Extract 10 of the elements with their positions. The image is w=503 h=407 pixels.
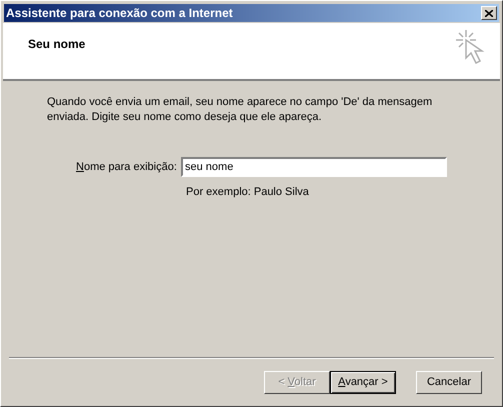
window-title: Assistente para conexão com a Internet — [6, 7, 233, 19]
description-text: Quando você envia um email, seu nome aparece no campo 'De' da mensagem enviada. Digite seu nome como deseja que ele apareça. — [47, 95, 434, 125]
page-title: Seu nome — [28, 36, 86, 53]
close-button[interactable] — [481, 6, 497, 20]
example-hint: Por exemplo: Paulo Silva — [186, 185, 310, 200]
field-label: Nome para exibição: — [76, 160, 178, 175]
next-button[interactable]: Avançar > — [330, 371, 396, 394]
close-icon — [485, 10, 493, 16]
name-input[interactable]: seu nome — [181, 157, 447, 177]
cancel-button[interactable]: Cancelar — [416, 371, 482, 394]
